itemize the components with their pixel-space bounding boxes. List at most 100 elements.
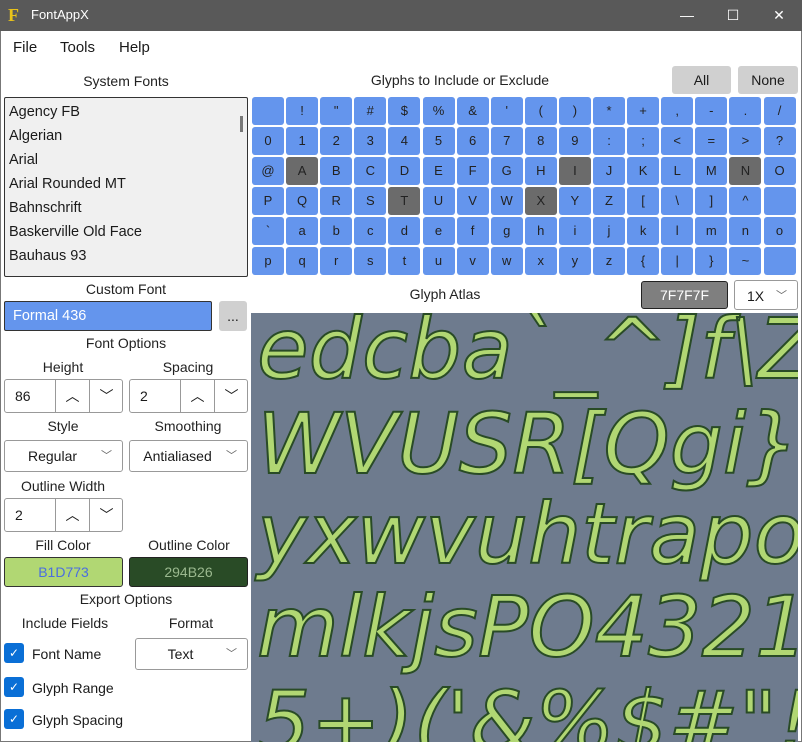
glyph-cell[interactable]: H <box>524 157 557 185</box>
glyph-cell[interactable]: K <box>627 157 660 185</box>
glyph-cell[interactable]: B <box>320 157 353 185</box>
glyph-cell[interactable]: 3 <box>354 127 387 155</box>
glyph-cell[interactable]: 0 <box>252 127 284 155</box>
glyph-cell[interactable]: r <box>320 247 353 275</box>
glyph-cell[interactable] <box>252 97 284 125</box>
glyph-cell[interactable]: ] <box>695 187 728 215</box>
glyph-cell[interactable]: p <box>252 247 284 275</box>
glyph-cell[interactable]: d <box>388 217 421 245</box>
glyph-cell[interactable]: % <box>422 97 455 125</box>
glyph-cell[interactable]: 4 <box>388 127 421 155</box>
glyph-cell[interactable]: , <box>661 97 694 125</box>
chevron-down-icon[interactable]: ﹀ <box>89 499 123 531</box>
glyph-cell[interactable]: P <box>252 187 284 215</box>
glyph-cell[interactable]: A <box>286 157 319 185</box>
scrollbar[interactable] <box>240 116 243 132</box>
glyph-cell[interactable]: 7 <box>490 127 523 155</box>
menu-file[interactable]: File <box>13 39 37 56</box>
glyph-cell[interactable]: M <box>695 157 728 185</box>
atlas-background-color-button[interactable]: 7F7F7F <box>641 281 728 309</box>
glyph-cell[interactable]: F <box>456 157 489 185</box>
glyph-cell[interactable]: + <box>627 97 660 125</box>
glyph-cell[interactable]: 8 <box>524 127 557 155</box>
glyph-cell[interactable] <box>763 247 796 275</box>
glyph-cell[interactable]: [ <box>627 187 660 215</box>
list-item[interactable]: Algerian <box>9 128 62 144</box>
glyph-cell[interactable]: s <box>354 247 387 275</box>
glyph-cell[interactable]: R <box>320 187 353 215</box>
glyph-cell[interactable]: $ <box>388 97 421 125</box>
glyph-cell[interactable]: o <box>763 217 796 245</box>
glyph-cell[interactable]: L <box>661 157 694 185</box>
glyph-cell[interactable]: ' <box>490 97 523 125</box>
format-select[interactable]: Text ﹀ <box>135 638 248 670</box>
glyph-cell[interactable]: Z <box>593 187 625 215</box>
glyph-cell[interactable]: G <box>490 157 523 185</box>
chevron-up-icon[interactable]: ︿ <box>180 380 214 412</box>
select-none-button[interactable]: None <box>738 66 798 94</box>
glyph-cell[interactable]: D <box>388 157 421 185</box>
glyph-cell[interactable]: ~ <box>729 247 762 275</box>
height-value[interactable]: 86 <box>15 388 31 404</box>
list-item[interactable]: Bauhaus 93 <box>9 248 86 264</box>
glyph-cell[interactable]: t <box>388 247 421 275</box>
glyph-range-checkbox[interactable]: ✓ <box>4 677 24 697</box>
outline-width-stepper[interactable]: 2 ︿ ﹀ <box>4 498 123 532</box>
outline-width-value[interactable]: 2 <box>15 507 23 523</box>
glyph-cell[interactable]: 5 <box>422 127 455 155</box>
glyph-cell[interactable]: # <box>354 97 387 125</box>
glyph-cell[interactable]: u <box>422 247 455 275</box>
chevron-down-icon[interactable]: ﹀ <box>214 380 248 412</box>
menu-help[interactable]: Help <box>119 39 150 56</box>
glyph-cell[interactable]: S <box>354 187 387 215</box>
spacing-value[interactable]: 2 <box>140 388 148 404</box>
chevron-down-icon[interactable]: ﹀ <box>89 380 123 412</box>
glyph-cell[interactable]: x <box>524 247 557 275</box>
chevron-up-icon[interactable]: ︿ <box>55 380 89 412</box>
glyph-cell[interactable]: : <box>593 127 625 155</box>
glyph-cell[interactable]: - <box>695 97 728 125</box>
glyph-cell[interactable]: Q <box>286 187 319 215</box>
glyph-cell[interactable] <box>763 187 796 215</box>
close-button[interactable]: ✕ <box>756 0 802 31</box>
glyph-cell[interactable]: } <box>695 247 728 275</box>
glyph-cell[interactable]: { <box>627 247 660 275</box>
style-select[interactable]: Regular ﹀ <box>4 440 123 472</box>
menu-tools[interactable]: Tools <box>60 39 95 56</box>
glyph-cell[interactable]: k <box>627 217 660 245</box>
glyph-cell[interactable]: J <box>593 157 625 185</box>
glyph-cell[interactable]: b <box>320 217 353 245</box>
glyph-cell[interactable]: j <box>593 217 625 245</box>
maximize-button[interactable]: ☐ <box>710 0 756 31</box>
custom-font-input[interactable]: Formal 436 <box>4 301 212 331</box>
glyph-cell[interactable]: > <box>729 127 762 155</box>
glyph-cell[interactable]: U <box>422 187 455 215</box>
glyph-cell[interactable]: q <box>286 247 319 275</box>
glyph-cell[interactable]: 9 <box>558 127 591 155</box>
glyph-cell[interactable]: f <box>456 217 489 245</box>
list-item[interactable]: Arial Rounded MT <box>9 176 126 192</box>
glyph-cell[interactable]: T <box>388 187 421 215</box>
glyph-cell[interactable]: " <box>320 97 353 125</box>
glyph-cell[interactable]: Y <box>558 187 591 215</box>
font-name-checkbox[interactable]: ✓ <box>4 643 24 663</box>
outline-color-button[interactable]: 294B26 <box>129 557 248 587</box>
glyph-cell[interactable]: w <box>490 247 523 275</box>
glyph-cell[interactable]: W <box>490 187 523 215</box>
glyph-cell[interactable]: 1 <box>286 127 319 155</box>
glyph-cell[interactable]: a <box>286 217 319 245</box>
browse-font-button[interactable]: ... <box>219 301 247 331</box>
glyph-cell[interactable]: O <box>763 157 796 185</box>
glyph-cell[interactable]: ; <box>627 127 660 155</box>
glyph-cell[interactable]: & <box>456 97 489 125</box>
glyph-cell[interactable]: i <box>558 217 591 245</box>
glyph-cell[interactable]: y <box>558 247 591 275</box>
fill-color-button[interactable]: B1D773 <box>4 557 123 587</box>
smoothing-select[interactable]: Antialiased ﹀ <box>129 440 248 472</box>
chevron-up-icon[interactable]: ︿ <box>55 499 89 531</box>
list-item[interactable]: Bahnschrift <box>9 200 82 216</box>
glyph-cell[interactable]: / <box>763 97 796 125</box>
system-fonts-list[interactable]: Agency FB Algerian Arial Arial Rounded M… <box>4 97 248 277</box>
glyph-cell[interactable]: m <box>695 217 728 245</box>
select-all-button[interactable]: All <box>672 66 731 94</box>
